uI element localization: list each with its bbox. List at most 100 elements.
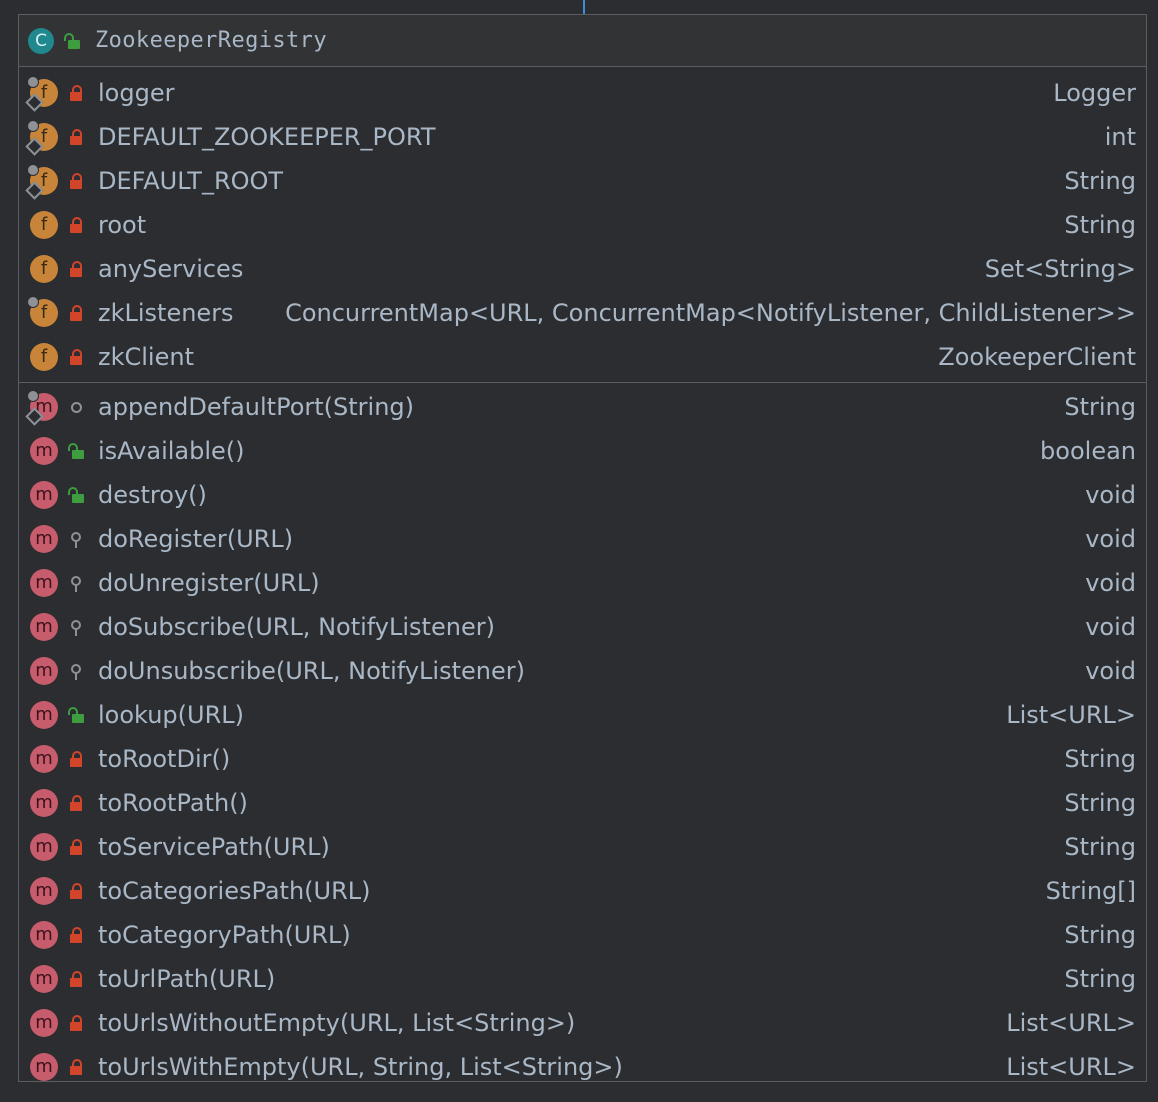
private-visibility-icon: [69, 260, 83, 278]
method-row[interactable]: m toServicePath(URL) String: [19, 825, 1146, 869]
static-marker-icon: [27, 296, 39, 308]
private-visibility-icon: [69, 882, 83, 900]
static-marker-icon: [27, 390, 39, 402]
method-name: destroy(): [98, 481, 207, 509]
private-visibility-icon: [69, 970, 83, 988]
field-type: String: [1064, 167, 1136, 195]
method-row[interactable]: m toUrlsWithEmpty(URL, String, List<Strin…: [19, 1045, 1146, 1089]
method-type: String: [1064, 921, 1136, 949]
method-row[interactable]: m doUnregister(URL) void: [19, 561, 1146, 605]
method-name: toCategoryPath(URL): [98, 921, 351, 949]
field-row[interactable]: f logger Logger: [19, 71, 1146, 115]
method-row[interactable]: m toRootDir() String: [19, 737, 1146, 781]
private-visibility-icon: [69, 794, 83, 812]
protected-visibility-icon: [69, 618, 83, 636]
method-row[interactable]: m doUnsubscribe(URL, NotifyListener) void: [19, 649, 1146, 693]
final-marker-icon: [25, 137, 44, 156]
field-row[interactable]: f DEFAULT_ZOOKEEPER_PORT int: [19, 115, 1146, 159]
private-visibility-icon: [69, 348, 83, 366]
field-icon: f: [30, 211, 58, 239]
private-visibility-icon: [69, 84, 83, 102]
final-marker-icon: [25, 93, 44, 112]
method-icon: m: [30, 877, 58, 905]
method-type: List<URL>: [1006, 1009, 1136, 1037]
field-icon: f: [25, 76, 58, 112]
field-name: DEFAULT_ZOOKEEPER_PORT: [98, 123, 436, 151]
method-row[interactable]: m toRootPath() String: [19, 781, 1146, 825]
field-name: DEFAULT_ROOT: [98, 167, 284, 195]
method-type: List<URL>: [1006, 701, 1136, 729]
method-icon: m: [30, 701, 58, 729]
field-row[interactable]: f root String: [19, 203, 1146, 247]
method-type: void: [1085, 613, 1136, 641]
method-name: doRegister(URL): [98, 525, 294, 553]
final-marker-icon: [25, 181, 44, 200]
method-type: String: [1064, 965, 1136, 993]
method-name: isAvailable(): [98, 437, 245, 465]
method-name: lookup(URL): [98, 701, 244, 729]
field-type: ZookeeperClient: [938, 343, 1136, 371]
private-visibility-icon: [69, 1014, 83, 1032]
method-icon: m: [30, 745, 58, 773]
method-row[interactable]: m lookup(URL) List<URL>: [19, 693, 1146, 737]
field-icon: f: [30, 255, 58, 283]
method-icon: m: [30, 437, 58, 465]
method-row[interactable]: m isAvailable() boolean: [19, 429, 1146, 473]
field-icon: f: [25, 120, 58, 156]
class-icon: C: [28, 27, 54, 54]
field-icon: f: [25, 164, 58, 200]
method-name: toUrlsWithEmpty(URL, String, List<String…: [98, 1053, 623, 1081]
method-type: String: [1064, 833, 1136, 861]
private-visibility-icon: [69, 304, 83, 322]
public-visibility-icon: [64, 32, 80, 50]
protected-visibility-icon: [69, 530, 83, 548]
method-type: String[]: [1045, 877, 1136, 905]
static-marker-icon: [27, 164, 39, 176]
class-name: ZookeeperRegistry: [95, 28, 327, 53]
method-name: toRootDir(): [98, 745, 231, 773]
private-visibility-icon: [69, 1058, 83, 1076]
field-type: Logger: [1053, 79, 1136, 107]
method-row[interactable]: m doSubscribe(URL, NotifyListener) void: [19, 605, 1146, 649]
private-visibility-icon: [69, 216, 83, 234]
method-row[interactable]: m destroy() void: [19, 473, 1146, 517]
static-marker-icon: [27, 120, 39, 132]
method-icon: m: [30, 525, 58, 553]
field-row[interactable]: f anyServices Set<String>: [19, 247, 1146, 291]
protected-visibility-icon: [69, 662, 83, 680]
fields-section: f logger Logger f DEFAULT_ZOOKEEPER_PORT int f…: [19, 67, 1146, 383]
field-row[interactable]: f DEFAULT_ROOT String: [19, 159, 1146, 203]
static-marker-icon: [27, 76, 39, 88]
method-type: String: [1064, 393, 1136, 421]
field-name: root: [98, 211, 147, 239]
method-type: String: [1064, 745, 1136, 773]
methods-section: m appendDefaultPort(String) String m isAvail…: [19, 383, 1146, 1089]
class-header[interactable]: C ZookeeperRegistry: [19, 15, 1146, 67]
private-visibility-icon: [69, 172, 83, 190]
method-type: String: [1064, 789, 1136, 817]
method-row[interactable]: m toCategoryPath(URL) String: [19, 913, 1146, 957]
method-row[interactable]: m toCategoriesPath(URL) String[]: [19, 869, 1146, 913]
method-row[interactable]: m appendDefaultPort(String) String: [19, 385, 1146, 429]
method-name: doUnregister(URL): [98, 569, 320, 597]
method-icon: m: [30, 569, 58, 597]
final-marker-icon: [25, 407, 44, 426]
method-icon: m: [30, 657, 58, 685]
class-diagram-node[interactable]: C ZookeeperRegistry f logger Logger f DEFAUL…: [18, 14, 1147, 1082]
private-visibility-icon: [69, 926, 83, 944]
method-row[interactable]: m doRegister(URL) void: [19, 517, 1146, 561]
field-type: Set<String>: [984, 255, 1136, 283]
method-icon: m: [30, 1053, 58, 1081]
field-row[interactable]: f zkClient ZookeeperClient: [19, 335, 1146, 379]
field-row[interactable]: f zkListeners ConcurrentMap<URL, Concurren…: [19, 291, 1146, 335]
field-icon: f: [30, 343, 58, 371]
package-visibility-icon: [69, 398, 83, 416]
method-icon: m: [30, 833, 58, 861]
private-visibility-icon: [69, 838, 83, 856]
field-type: String: [1064, 211, 1136, 239]
field-name: zkListeners: [98, 299, 234, 327]
method-name: toUrlsWithoutEmpty(URL, List<String>): [98, 1009, 576, 1037]
method-row[interactable]: m toUrlsWithoutEmpty(URL, List<String>) Li…: [19, 1001, 1146, 1045]
private-visibility-icon: [69, 750, 83, 768]
method-row[interactable]: m toUrlPath(URL) String: [19, 957, 1146, 1001]
